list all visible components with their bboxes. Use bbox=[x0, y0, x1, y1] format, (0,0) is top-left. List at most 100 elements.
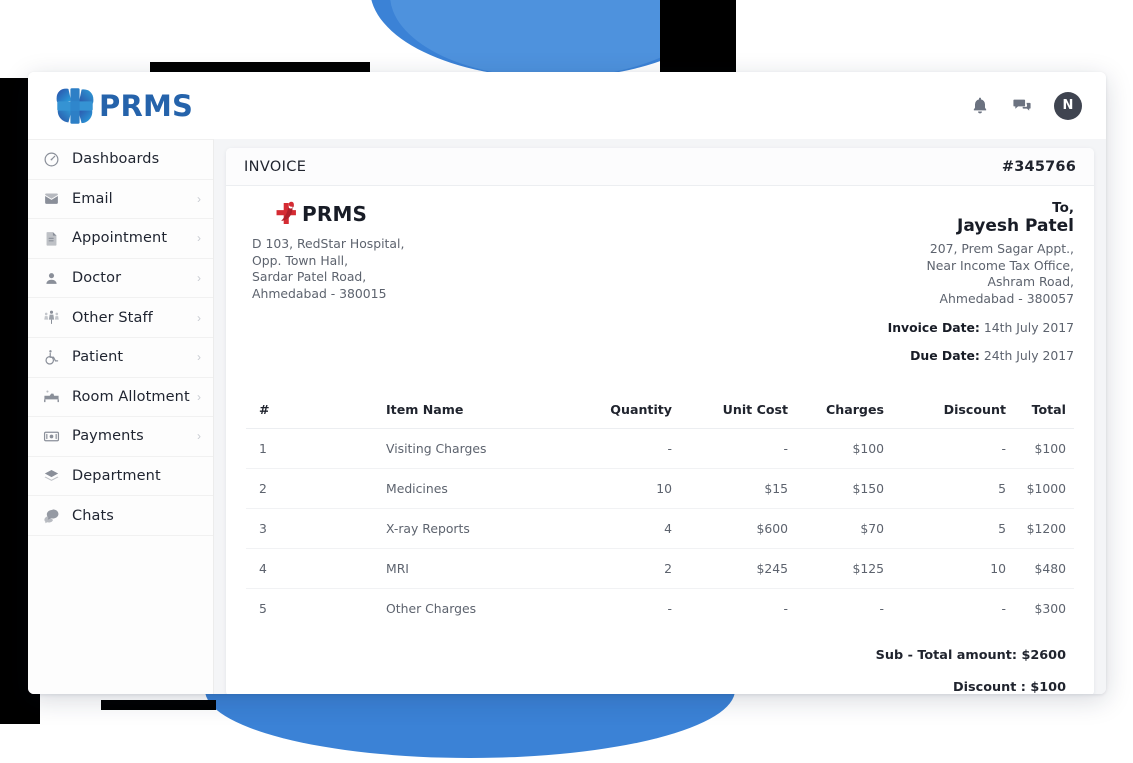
column-header-total: Total bbox=[1006, 393, 1074, 430]
sidebar-item-label: Other Staff bbox=[72, 309, 153, 326]
invoice-totals: Sub - Total amount: $2600 Discount : $10… bbox=[226, 648, 1066, 694]
chat-icon[interactable] bbox=[1012, 96, 1032, 116]
sidebar-item-doctor[interactable]: Doctor › bbox=[28, 258, 213, 299]
decorative-black-band-left bbox=[0, 78, 28, 686]
cell-item: Medicines bbox=[304, 468, 554, 510]
address-row: PRMS D 103, RedStar Hospital, Opp. Town … bbox=[226, 186, 1094, 363]
sidebar-item-label: Email bbox=[72, 190, 113, 207]
chevron-right-icon: › bbox=[197, 191, 201, 206]
table-row: 4 MRI 2 $245 $125 10 $480 bbox=[246, 548, 1074, 590]
table-row: 3 X-ray Reports 4 $600 $70 5 $1200 bbox=[246, 508, 1074, 550]
cell-idx: 2 bbox=[246, 468, 304, 510]
cell-idx: 5 bbox=[259, 601, 267, 617]
cell-discount: - bbox=[1001, 601, 1006, 617]
sidebar-item-patient[interactable]: Patient › bbox=[28, 337, 213, 378]
due-date: Due Date: 24th July 2017 bbox=[888, 348, 1074, 363]
decorative-arc-bottom bbox=[205, 690, 735, 763]
column-header-quantity: Quantity bbox=[554, 393, 672, 430]
discount-row: Discount : $100 bbox=[226, 680, 1066, 694]
due-date-value: 24th July 2017 bbox=[983, 348, 1074, 364]
bill-to-block: To, Jayesh Patel 207, Prem Sagar Appt., … bbox=[888, 200, 1074, 363]
avatar-initial: N bbox=[1062, 98, 1074, 113]
invoice-card-header: INVOICE #345766 bbox=[226, 148, 1094, 186]
bill-to-address-line: Ahmedabad - 380057 bbox=[939, 290, 1074, 306]
company-address: D 103, RedStar Hospital, Opp. Town Hall,… bbox=[252, 236, 404, 302]
cell-discount: - bbox=[884, 428, 1006, 470]
cell-qty: 10 bbox=[554, 468, 672, 510]
cell-idx: 3 bbox=[246, 508, 304, 550]
wheelchair-icon bbox=[42, 348, 61, 367]
sidebar-item-dashboards[interactable]: Dashboards bbox=[28, 140, 213, 180]
topbar: PRMS N bbox=[28, 72, 1106, 139]
company-address-line: Ahmedabad - 380015 bbox=[252, 285, 387, 301]
sidebar-item-label: Dashboards bbox=[72, 151, 160, 168]
sidebar-item-room-allotment[interactable]: Room Allotment › bbox=[28, 377, 213, 418]
user-icon bbox=[42, 269, 61, 288]
topbar-actions: N bbox=[970, 91, 1082, 120]
chevron-right-icon: › bbox=[197, 429, 201, 444]
cell-idx: 4 bbox=[246, 548, 304, 590]
prms-red-cross-logo-icon bbox=[276, 201, 296, 225]
sidebar-item-label: Patient bbox=[72, 349, 124, 366]
subtotal-value: $2600 bbox=[1021, 648, 1066, 664]
chevron-right-icon: › bbox=[197, 310, 201, 325]
sidebar-item-chats[interactable]: Chats bbox=[28, 496, 213, 536]
table-row: 5 Other Charges - - - - $300 bbox=[246, 589, 1074, 629]
speedometer-icon bbox=[42, 150, 61, 169]
brand-name: PRMS bbox=[99, 88, 194, 123]
discount-label: Discount : bbox=[952, 680, 1026, 694]
chat-bubbles-icon bbox=[42, 506, 61, 525]
sidebar-item-email[interactable]: Email › bbox=[28, 179, 213, 220]
app-window: PRMS N Dashboards Email › Appointment › Docto… bbox=[28, 72, 1106, 694]
bill-to-address-line: Ashram Road, bbox=[987, 274, 1074, 290]
chevron-right-icon: › bbox=[197, 271, 201, 286]
invoice-logo: PRMS bbox=[274, 200, 404, 227]
invoice-items-table: # Item Name Quantity Unit Cost Charges D… bbox=[246, 393, 1074, 628]
envelope-icon bbox=[42, 189, 61, 208]
column-header-index: # bbox=[246, 393, 304, 430]
brand-logo[interactable]: PRMS bbox=[54, 85, 193, 127]
sidebar-item-label: Department bbox=[72, 468, 161, 485]
cell-charges: - bbox=[879, 601, 884, 617]
bell-icon[interactable] bbox=[970, 96, 990, 116]
invoice-logo-text: PRMS bbox=[302, 201, 368, 226]
column-header-discount: Discount bbox=[884, 393, 1006, 430]
page-title: INVOICE bbox=[244, 158, 307, 175]
company-address-line: Sardar Patel Road, bbox=[252, 269, 367, 285]
company-address-line: Opp. Town Hall, bbox=[252, 252, 349, 268]
sidebar-item-label: Payments bbox=[72, 428, 144, 445]
decorative-arc-bottom-shape bbox=[205, 690, 735, 758]
sidebar-item-other-staff[interactable]: Other Staff › bbox=[28, 298, 213, 338]
cell-qty: 4 bbox=[554, 508, 672, 550]
column-header-unitcost: Unit Cost bbox=[672, 393, 788, 430]
sidebar-item-payments[interactable]: Payments › bbox=[28, 417, 213, 457]
cell-charges: $100 bbox=[788, 428, 884, 470]
table-row: 1 Visiting Charges - - $100- $100 bbox=[246, 428, 1074, 470]
cell-discount: 10 bbox=[884, 548, 1006, 590]
invoice-date-label: Invoice Date: bbox=[887, 320, 980, 336]
hospital-bed-icon bbox=[42, 387, 61, 406]
sidebar: Dashboards Email › Appointment › Doctor › Other… bbox=[28, 139, 214, 694]
sidebar-item-label: Room Allotment bbox=[72, 388, 190, 405]
layers-icon bbox=[42, 467, 61, 486]
sidebar-item-label: Chats bbox=[72, 507, 114, 524]
chevron-right-icon: › bbox=[197, 231, 201, 246]
screenshot-root: PRMS N Dashboards Email › Appointment › Docto… bbox=[0, 0, 1133, 763]
table-header: # Item Name Quantity Unit Cost Charges D… bbox=[246, 393, 1074, 430]
invoice-date: Invoice Date: 14th July 2017 bbox=[888, 320, 1074, 335]
cell-qty: - bbox=[667, 601, 672, 617]
decorative-black-band-top-right bbox=[660, 0, 736, 78]
table-body: 1 Visiting Charges - - $100- $100 2 Medicines 10… bbox=[246, 428, 1074, 629]
avatar[interactable]: N bbox=[1054, 91, 1082, 120]
column-header-charges: Charges bbox=[788, 393, 884, 430]
table-header-row: # Item Name Quantity Unit Cost Charges D… bbox=[246, 393, 1074, 430]
sidebar-item-label: Doctor bbox=[72, 270, 122, 287]
sidebar-item-appointment[interactable]: Appointment › bbox=[28, 219, 213, 259]
discount-value: $100 bbox=[1030, 680, 1066, 694]
cell-unit: $15 bbox=[672, 468, 788, 510]
invoice-date-value: 14th July 2017 bbox=[983, 320, 1074, 336]
cell-item: X-ray Reports bbox=[304, 508, 554, 550]
cell-qty: - bbox=[554, 428, 672, 470]
sidebar-item-department[interactable]: Department bbox=[28, 456, 213, 497]
subtotal-row: Sub - Total amount: $2600 bbox=[226, 648, 1066, 663]
